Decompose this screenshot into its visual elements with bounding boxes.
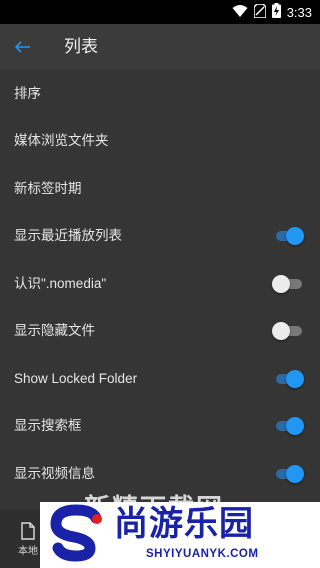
- locked-folder-toggle[interactable]: [272, 368, 304, 390]
- watermark-logo-icon: [50, 504, 102, 562]
- search-box-toggle[interactable]: [272, 415, 304, 437]
- status-bar: 3:33: [0, 0, 320, 24]
- watermark-name: 尚游乐园: [114, 504, 254, 544]
- setting-show-locked-folder[interactable]: Show Locked Folder: [0, 355, 320, 403]
- setting-recognize-nomedia[interactable]: 认识".nomedia": [0, 260, 320, 308]
- hidden-files-toggle[interactable]: [272, 320, 302, 342]
- setting-label: 认识".nomedia": [14, 275, 107, 291]
- setting-show-hidden-files[interactable]: 显示隐藏文件: [0, 308, 320, 356]
- nomedia-toggle[interactable]: [272, 273, 302, 295]
- arrow-back-icon: [15, 41, 30, 53]
- setting-label: Show Locked Folder: [14, 370, 138, 386]
- setting-media-folders[interactable]: 媒体浏览文件夹: [0, 118, 320, 166]
- watermark-banner: 尚游乐园 SHYIYUANYK.COM: [40, 502, 320, 568]
- watermark-overlay: 新精下载网 尚游乐园 SHYIYUANYK.COM: [40, 494, 320, 568]
- setting-label: 媒体浏览文件夹: [14, 133, 109, 149]
- video-info-toggle[interactable]: [272, 463, 304, 485]
- setting-new-tag-period[interactable]: 新标签时期: [0, 165, 320, 213]
- status-time: 3:33: [286, 4, 312, 20]
- setting-show-search-box[interactable]: 显示搜索框: [0, 403, 320, 451]
- tab-label: 本地: [18, 545, 38, 557]
- battery-charging-icon: [271, 2, 281, 22]
- recent-playlist-toggle[interactable]: [272, 225, 304, 247]
- setting-label: 显示视频信息: [14, 465, 95, 481]
- settings-list: 排序 媒体浏览文件夹 新标签时期 显示最近播放列表 认识".nomedia" 显…: [0, 70, 320, 498]
- app-bar: 列表: [0, 24, 320, 70]
- back-button[interactable]: [10, 35, 36, 59]
- setting-label: 显示搜索框: [14, 418, 82, 434]
- setting-label: 显示隐藏文件: [14, 323, 95, 339]
- setting-label: 新标签时期: [14, 180, 82, 196]
- file-icon: [21, 521, 35, 540]
- no-sim-icon: [252, 2, 267, 22]
- setting-label: 排序: [14, 85, 41, 101]
- setting-show-recent-playlist[interactable]: 显示最近播放列表: [0, 213, 320, 261]
- page-title: 列表: [64, 37, 98, 57]
- watermark-url: SHYIYUANYK.COM: [146, 548, 259, 560]
- status-icons: 3:33: [232, 0, 312, 24]
- wifi-icon: [232, 3, 248, 22]
- setting-label: 显示最近播放列表: [14, 228, 122, 244]
- setting-sort[interactable]: 排序: [0, 70, 320, 118]
